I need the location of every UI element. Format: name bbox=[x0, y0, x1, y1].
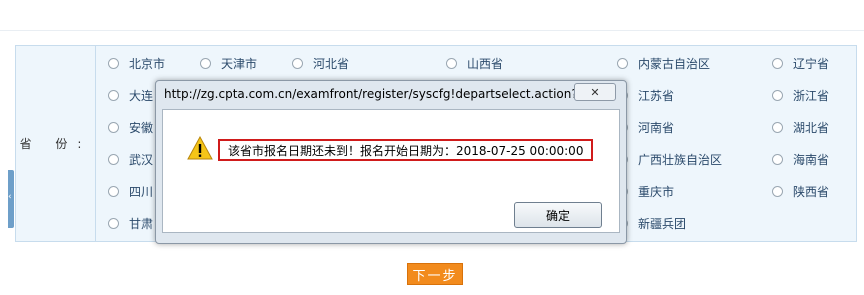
radio-option-shanxi[interactable]: 山西省 bbox=[446, 54, 503, 72]
province-label: 省 份: bbox=[16, 46, 96, 241]
option-label: 湖北省 bbox=[793, 120, 830, 135]
radio-option-xinjiang-bingtuan[interactable]: 新疆兵团 bbox=[617, 214, 686, 232]
radio-icon[interactable] bbox=[292, 57, 303, 69]
option-label: 安徽 bbox=[129, 120, 154, 135]
dialog-title: http://zg.cpta.com.cn/examfront/register… bbox=[164, 87, 590, 101]
option-label: 大连 bbox=[129, 88, 154, 103]
option-label: 甘肃 bbox=[129, 216, 154, 231]
radio-icon[interactable] bbox=[108, 121, 119, 133]
option-label: 河北省 bbox=[313, 56, 350, 71]
radio-option-hainan[interactable]: 海南省 bbox=[772, 150, 829, 168]
radio-icon[interactable] bbox=[772, 153, 783, 165]
radio-icon[interactable] bbox=[772, 121, 783, 133]
top-bar bbox=[0, 0, 864, 31]
radio-icon[interactable] bbox=[108, 57, 119, 69]
radio-icon[interactable] bbox=[108, 153, 119, 165]
radio-option-wuhan[interactable]: 武汉 bbox=[108, 150, 153, 168]
option-label: 新疆兵团 bbox=[638, 216, 687, 231]
radio-icon[interactable] bbox=[108, 217, 119, 229]
option-label: 武汉 bbox=[129, 152, 154, 167]
radio-option-dalian[interactable]: 大连 bbox=[108, 86, 153, 104]
option-label: 北京市 bbox=[129, 56, 166, 71]
option-label: 重庆市 bbox=[638, 184, 675, 199]
warning-triangle-icon bbox=[187, 136, 213, 160]
option-label: 内蒙古自治区 bbox=[638, 56, 711, 71]
radio-icon[interactable] bbox=[108, 185, 119, 197]
option-label: 四川 bbox=[129, 184, 154, 199]
radio-icon[interactable] bbox=[772, 57, 783, 69]
radio-option-anhui[interactable]: 安徽 bbox=[108, 118, 153, 136]
alert-message: 该省市报名日期还未到！报名开始日期为：2018-07-25 00:00:00 bbox=[218, 139, 594, 161]
radio-option-gansu[interactable]: 甘肃 bbox=[108, 214, 153, 232]
radio-option-shaanxi[interactable]: 陕西省 bbox=[772, 182, 829, 200]
radio-icon[interactable] bbox=[108, 89, 119, 101]
close-icon: ✕ bbox=[590, 85, 600, 99]
radio-option-zhejiang[interactable]: 浙江省 bbox=[772, 86, 829, 104]
radio-option-neimenggu[interactable]: 内蒙古自治区 bbox=[617, 54, 710, 72]
option-label: 山西省 bbox=[467, 56, 504, 71]
radio-icon[interactable] bbox=[446, 57, 457, 69]
option-label: 辽宁省 bbox=[793, 56, 830, 71]
radio-option-tianjin[interactable]: 天津市 bbox=[200, 54, 257, 72]
radio-icon[interactable] bbox=[617, 57, 628, 69]
option-label: 浙江省 bbox=[793, 88, 830, 103]
option-label: 江苏省 bbox=[638, 88, 675, 103]
option-label: 陕西省 bbox=[793, 184, 830, 199]
radio-icon[interactable] bbox=[200, 57, 211, 69]
chevron-left-icon: ‹ bbox=[8, 192, 12, 202]
radio-option-hubei[interactable]: 湖北省 bbox=[772, 118, 829, 136]
option-label: 广西壮族自治区 bbox=[638, 152, 723, 167]
radio-option-sichuan[interactable]: 四川 bbox=[108, 182, 153, 200]
option-label: 天津市 bbox=[221, 56, 258, 71]
radio-icon[interactable] bbox=[772, 89, 783, 101]
radio-option-liaoning[interactable]: 辽宁省 bbox=[772, 54, 829, 72]
radio-icon[interactable] bbox=[772, 185, 783, 197]
side-collapse-handle[interactable]: ‹ bbox=[8, 170, 14, 228]
ok-button[interactable]: 确定 bbox=[514, 202, 602, 228]
radio-option-guangxi[interactable]: 广西壮族自治区 bbox=[617, 150, 722, 168]
next-step-button[interactable]: 下一步 bbox=[407, 263, 463, 285]
option-label: 河南省 bbox=[638, 120, 675, 135]
radio-option-beijing[interactable]: 北京市 bbox=[108, 54, 165, 72]
option-label: 海南省 bbox=[793, 152, 830, 167]
alert-dialog: http://zg.cpta.com.cn/examfront/register… bbox=[155, 80, 627, 244]
close-button[interactable]: ✕ bbox=[574, 83, 616, 101]
radio-option-hebei[interactable]: 河北省 bbox=[292, 54, 349, 72]
